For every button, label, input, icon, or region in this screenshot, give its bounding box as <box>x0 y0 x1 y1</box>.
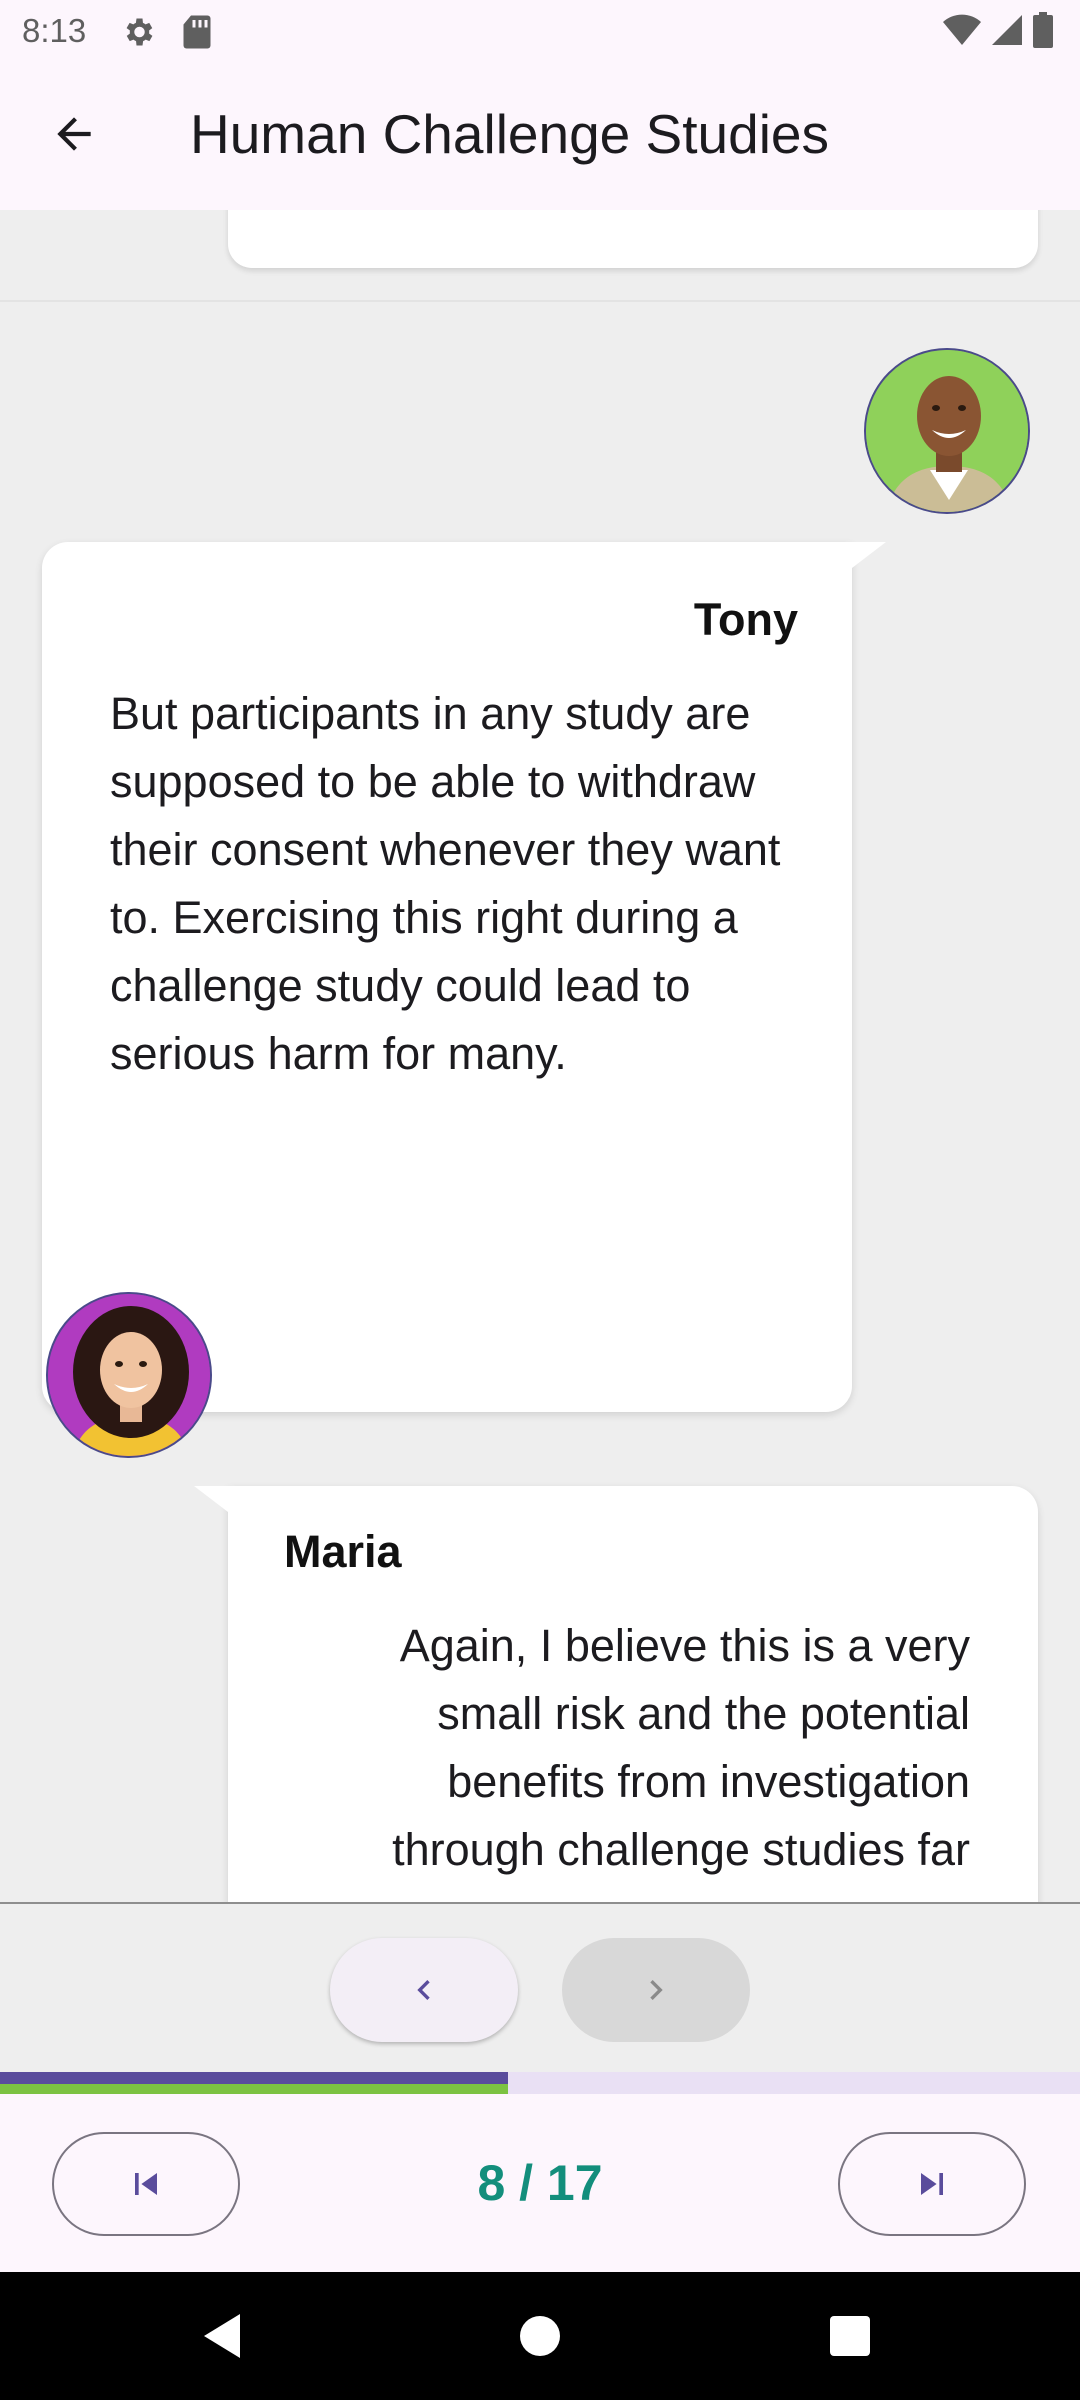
speaker-name: Tony <box>693 594 798 645</box>
skip-previous-icon <box>135 2173 157 2195</box>
back-button[interactable] <box>36 96 112 172</box>
arrow-back-icon <box>57 117 91 151</box>
settings-gear-icon <box>126 18 153 46</box>
bubble-tail <box>194 1486 228 1512</box>
chat-scroll-area[interactable]: Tony But participants in any study are s… <box>0 210 1080 1902</box>
chevron-left-icon <box>417 1980 430 2000</box>
speaker-name: Maria <box>284 1526 402 1577</box>
next-message-button[interactable] <box>562 1938 750 2042</box>
system-back-icon[interactable] <box>200 2312 244 2360</box>
sd-card-icon <box>183 15 211 49</box>
skip-next-icon <box>921 2173 943 2195</box>
status-bar: 8:13 <box>0 0 1080 64</box>
tony-avatar <box>864 348 1030 514</box>
app-bar: Human Challenge Studies <box>0 64 1080 210</box>
system-navigation-bar <box>0 2272 1080 2400</box>
status-right-icons <box>942 12 1054 48</box>
maria-avatar <box>46 1292 212 1458</box>
system-recents-icon[interactable] <box>830 2316 870 2356</box>
battery-icon <box>1033 12 1053 48</box>
separator <box>0 300 1080 302</box>
bubble-tail <box>852 542 886 568</box>
progress-bar <box>0 2072 1080 2094</box>
message-text: But participants in any study are suppos… <box>110 688 781 1079</box>
message-bubble-tony: Tony But participants in any study are s… <box>42 542 886 1412</box>
first-page-button[interactable] <box>52 2132 240 2236</box>
bottom-bar: 8 / 17 <box>0 2094 1080 2272</box>
previous-message-bubble <box>228 210 1038 268</box>
page-indicator: 8 / 17 <box>477 2155 603 2211</box>
chevron-right-icon <box>650 1980 663 2000</box>
previous-message-button[interactable] <box>330 1938 518 2042</box>
page-title: Human Challenge Studies <box>190 103 829 165</box>
system-home-icon[interactable] <box>520 2316 560 2356</box>
last-page-button[interactable] <box>838 2132 1026 2236</box>
signal-icon <box>992 15 1022 45</box>
wifi-icon <box>943 14 981 45</box>
message-navigation <box>0 1904 1080 2072</box>
progress-fill <box>0 2072 508 2094</box>
message-text: Again, I believe this is a very small ri… <box>392 1620 970 1875</box>
message-bubble-maria: Maria Again, I believe this is a very sm… <box>194 1486 1038 1902</box>
status-time: 8:13 <box>22 12 87 49</box>
